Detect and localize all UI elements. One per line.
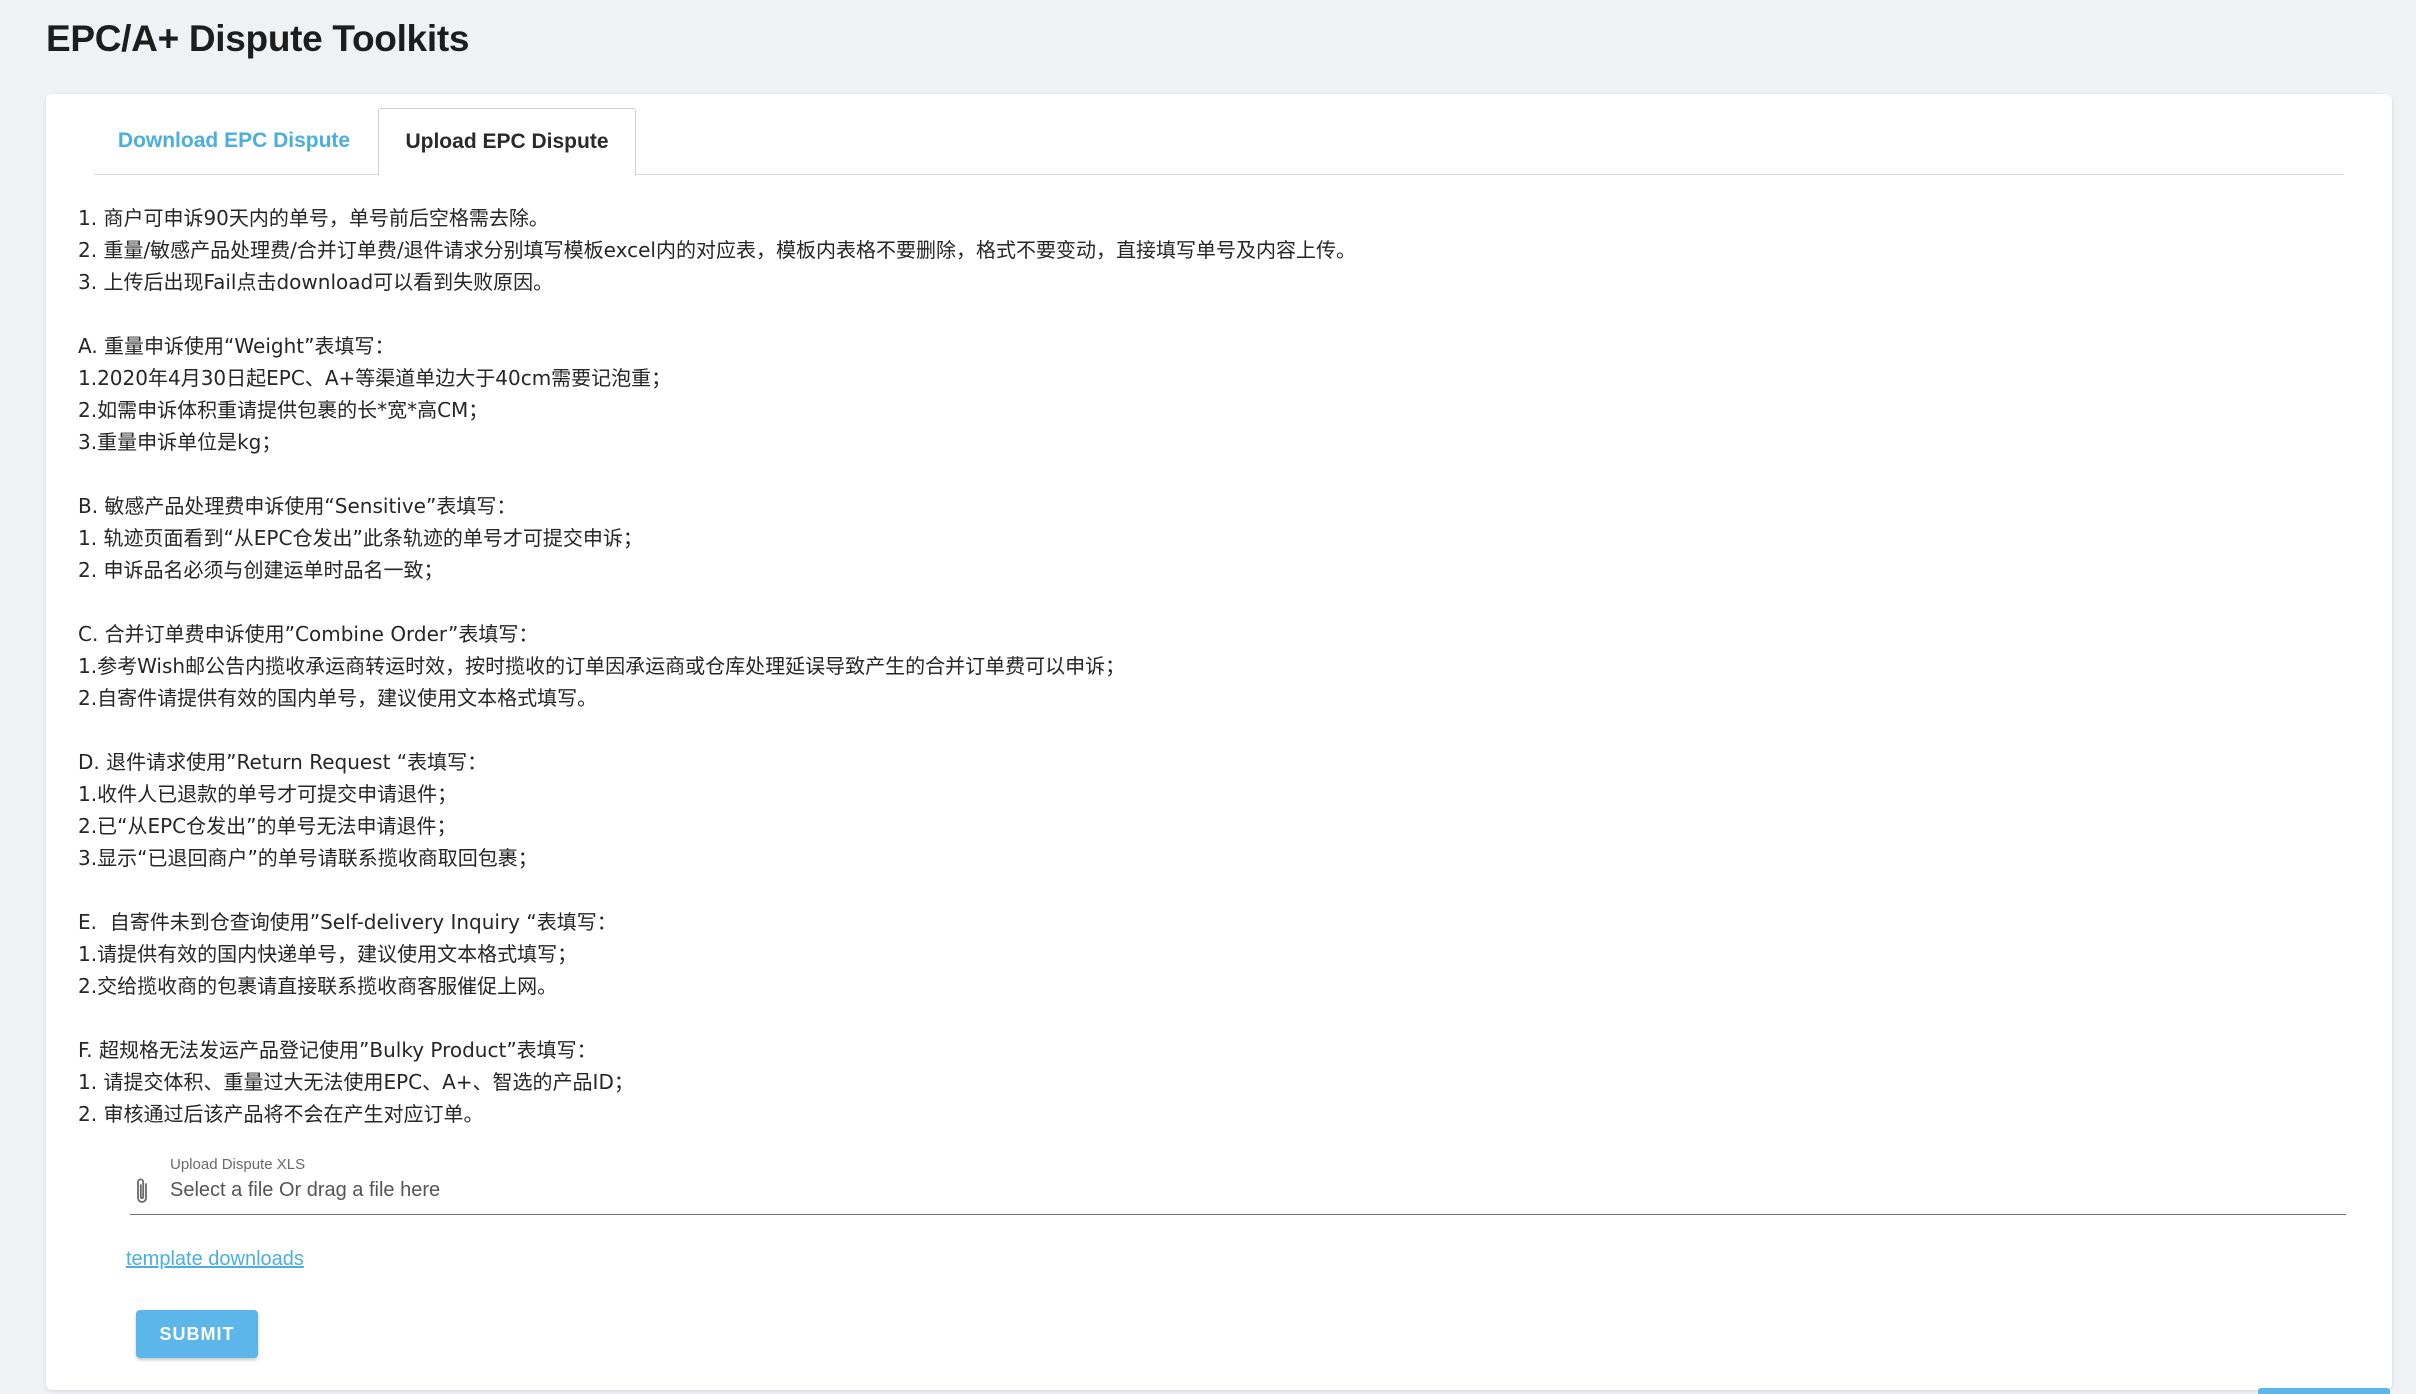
instruction-line: 1.收件人已退款的单号才可提交申请退件；: [78, 782, 458, 806]
instruction-line: A. 重量申诉使用“Weight”表填写：: [78, 334, 395, 358]
instruction-line: 2. 申诉品名必须与创建运单时品名一致；: [78, 558, 444, 582]
instruction-line: 2.如需申诉体积重请提供包裹的长*宽*高CM；: [78, 398, 489, 422]
instruction-line: 1. 请提交体积、重量过大无法使用EPC、A+、智选的产品ID；: [78, 1070, 634, 1094]
submit-button[interactable]: SUBMIT: [136, 1310, 258, 1358]
instruction-spacer: [78, 458, 2358, 490]
instruction-line: C. 合并订单费申诉使用”Combine Order”表填写：: [78, 622, 539, 646]
instruction-line: 3.显示“已退回商户”的单号请联系揽收商取回包裹；: [78, 846, 538, 870]
template-downloads-link[interactable]: template downloads: [126, 1248, 304, 1271]
instruction-line: 3.重量申诉单位是kg；: [78, 430, 282, 454]
instruction-line: 2.自寄件请提供有效的国内单号，建议使用文本格式填写。: [78, 686, 598, 710]
content-card: Download EPC Dispute Upload EPC Dispute …: [46, 94, 2392, 1390]
upload-field-placeholder[interactable]: Select a file Or drag a file here: [170, 1179, 440, 1202]
tab-upload-epc-dispute[interactable]: Upload EPC Dispute: [378, 108, 636, 176]
instruction-line: 1. 商户可申诉90天内的单号，单号前后空格需去除。: [78, 206, 549, 230]
instruction-line: 1. 轨迹页面看到“从EPC仓发出”此条轨迹的单号才可提交申诉；: [78, 526, 643, 550]
instruction-line: 2. 审核通过后该产品将不会在产生对应订单。: [78, 1102, 484, 1126]
upload-file-field[interactable]: [130, 1152, 2346, 1215]
paperclip-icon[interactable]: [131, 1176, 155, 1208]
instruction-line: 1.参考Wish邮公告内揽收承运商转运时效，按时揽收的订单因承运商或仓库处理延误…: [78, 654, 1126, 678]
upload-field-label: Upload Dispute XLS: [170, 1156, 306, 1173]
instruction-spacer: [78, 714, 2358, 746]
instruction-spacer: [78, 874, 2358, 906]
page-title: EPC/A+ Dispute Toolkits: [46, 18, 470, 59]
instruction-line: D. 退件请求使用”Return Request “表填写：: [78, 750, 488, 774]
instruction-line: F. 超规格无法发运产品登记使用”Bulky Product”表填写：: [78, 1038, 597, 1062]
instruction-line: 3. 上传后出现Fail点击download可以看到失败原因。: [78, 270, 554, 294]
tab-bar: Download EPC Dispute Upload EPC Dispute: [94, 108, 2344, 176]
instruction-line: 1.请提供有效的国内快递单号，建议使用文本格式填写；: [78, 942, 578, 966]
instruction-spacer: [78, 1002, 2358, 1034]
instructions-text: 1. 商户可申诉90天内的单号，单号前后空格需去除。 2. 重量/敏感产品处理费/…: [78, 202, 2358, 1130]
instruction-line: B. 敏感产品处理费申诉使用“Sensitive”表填写：: [78, 494, 517, 518]
bottom-floating-button-edge[interactable]: [2258, 1388, 2390, 1394]
instruction-spacer: [78, 298, 2358, 330]
instruction-line: 2.交给揽收商的包裹请直接联系揽收商客服催促上网。: [78, 974, 558, 998]
instruction-line: 2. 重量/敏感产品处理费/合并订单费/退件请求分别填写模板excel内的对应表…: [78, 238, 1356, 262]
instruction-line: 1.2020年4月30日起EPC、A+等渠道单边大于40cm需要记泡重；: [78, 366, 672, 390]
instruction-line: 2.已“从EPC仓发出”的单号无法申请退件；: [78, 814, 457, 838]
tab-download-epc-dispute[interactable]: Download EPC Dispute: [94, 108, 374, 174]
instruction-line: E. 自寄件未到仓查询使用”Self-delivery Inquiry “表填写…: [78, 910, 617, 934]
instruction-spacer: [78, 586, 2358, 618]
